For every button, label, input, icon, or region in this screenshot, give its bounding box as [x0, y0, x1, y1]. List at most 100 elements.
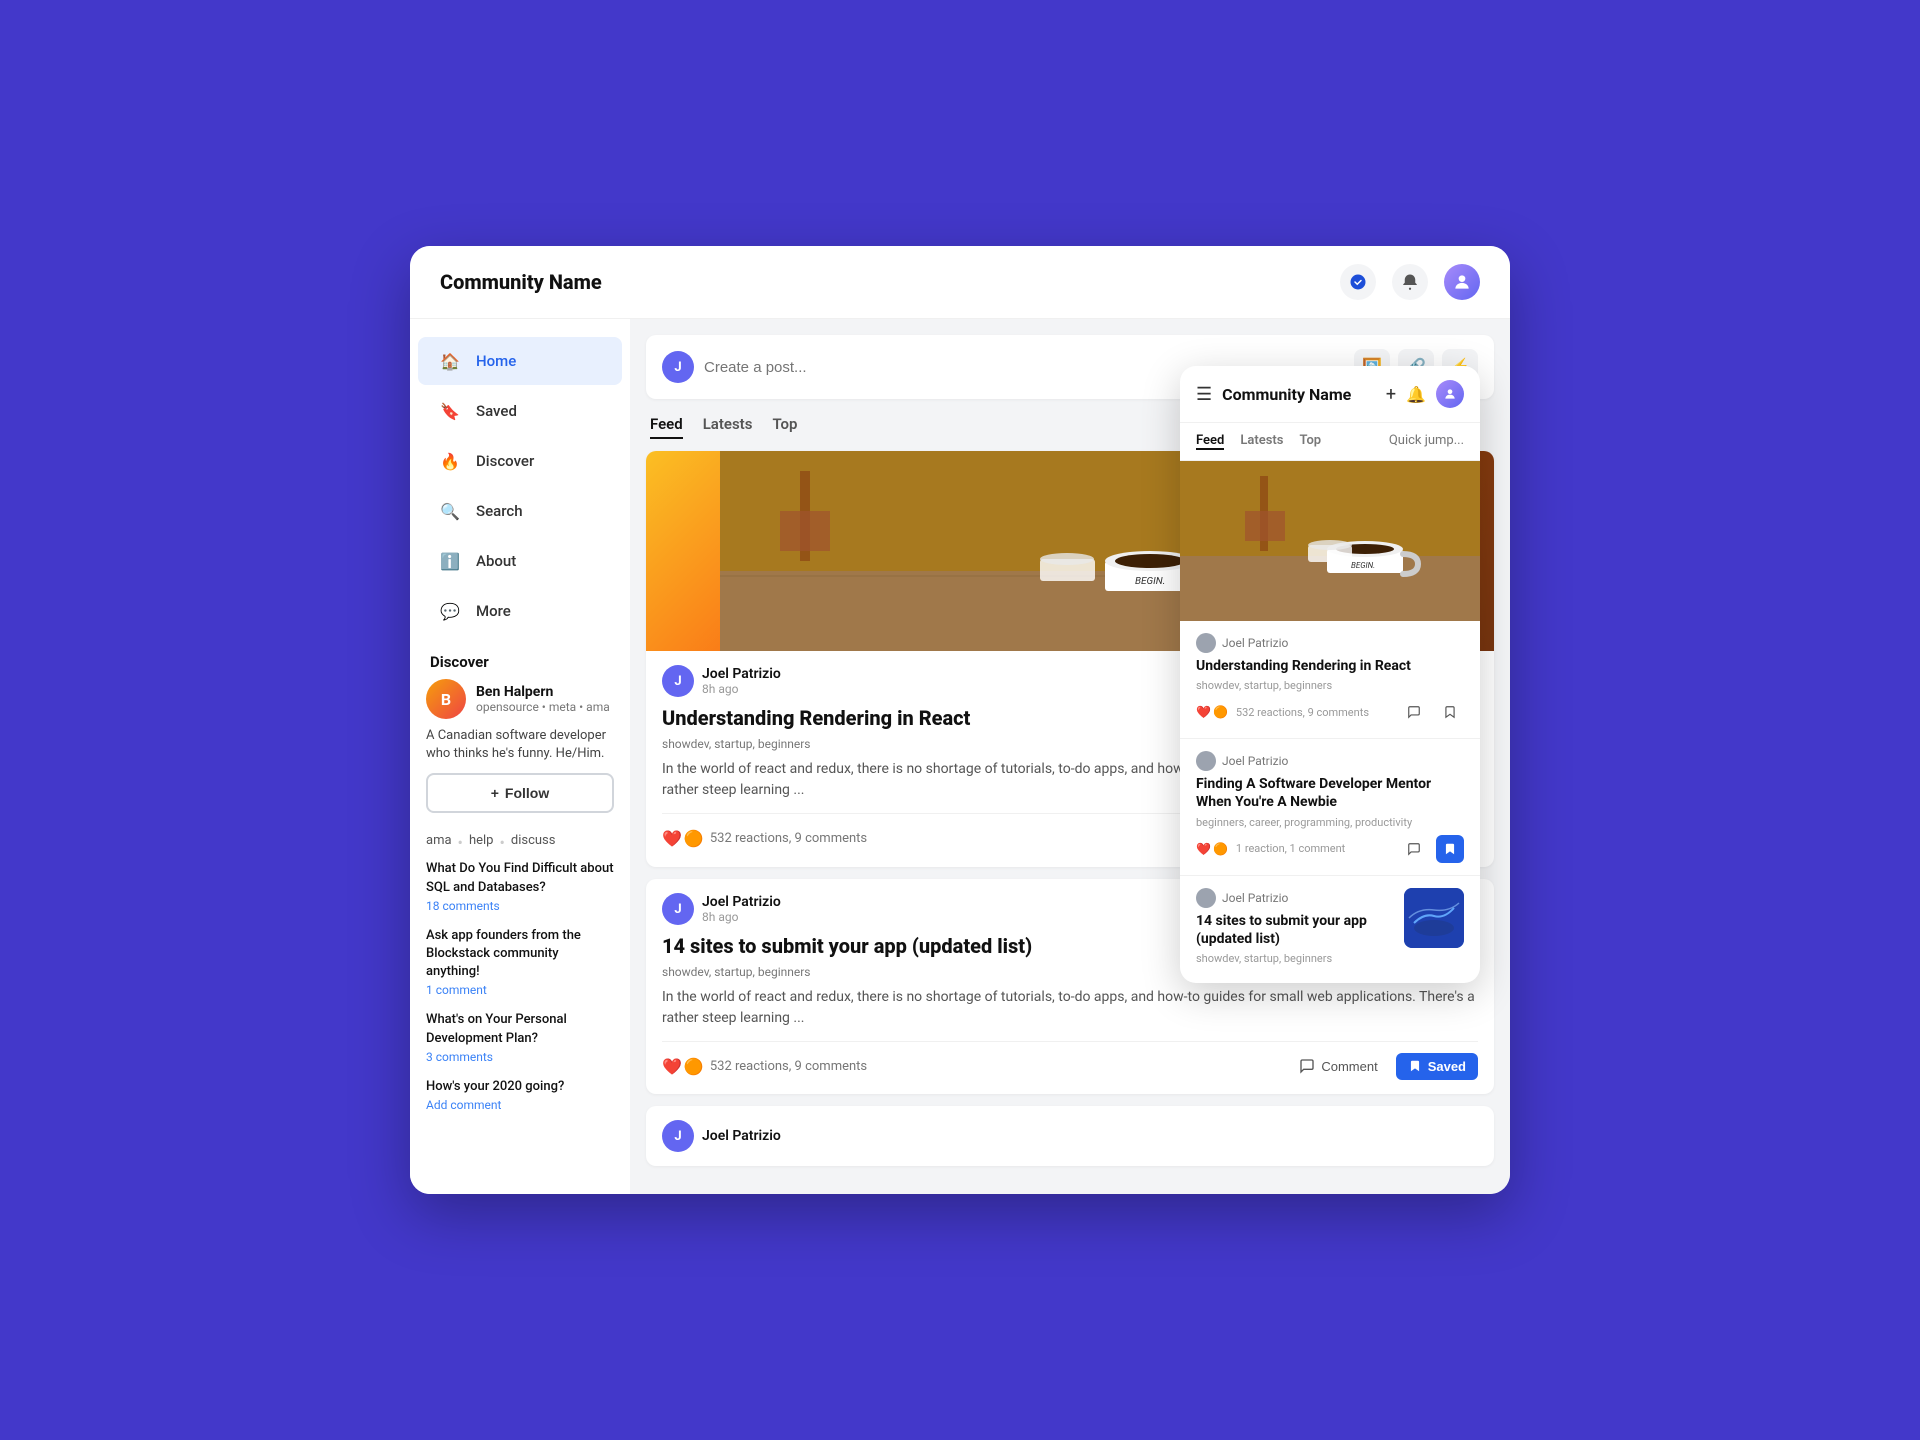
user-avatar[interactable] [1444, 264, 1480, 300]
more-icon: 💬 [438, 599, 462, 623]
author-name-2: Joel Patrizio [702, 894, 781, 910]
tag-ama[interactable]: ama [426, 833, 452, 852]
mobile-article-tags-2: beginners, career, programming, producti… [1196, 816, 1464, 829]
verified-icon[interactable] [1340, 264, 1376, 300]
person-bio: A Canadian software developer who thinks… [426, 727, 614, 763]
author-avatar-3: J [662, 1120, 694, 1152]
mobile-comment-btn-1[interactable] [1400, 698, 1428, 726]
mobile-tabs: Feed Latests Top Quick jump... [1180, 423, 1480, 461]
svg-text:BEGIN.: BEGIN. [1351, 561, 1375, 570]
mobile-comment-btn-2[interactable] [1400, 835, 1428, 863]
mobile-reactions-2: ❤️🟠 [1196, 842, 1228, 856]
mobile-article-title-3[interactable]: 14 sites to submit your app (updated lis… [1196, 912, 1394, 948]
discuss-meta: 1 comment [426, 983, 614, 997]
person-tags: opensource • meta • ama [476, 700, 610, 714]
mobile-article-title-1[interactable]: Understanding Rendering in React [1196, 657, 1464, 675]
mobile-article-content-2: Joel Patrizio Finding A Software Develop… [1196, 751, 1464, 862]
mobile-article-item-3: Joel Patrizio 14 sites to submit your ap… [1180, 876, 1480, 983]
mobile-footer-icons-1 [1400, 698, 1464, 726]
svg-text:BEGIN.: BEGIN. [1135, 576, 1165, 587]
sidebar-item-about[interactable]: ℹ️ About [418, 537, 622, 585]
mobile-tab-latests[interactable]: Latests [1240, 433, 1283, 450]
current-user-avatar: J [662, 351, 694, 383]
hamburger-icon[interactable]: ☰ [1196, 384, 1212, 405]
discover-card: B Ben Halpern opensource • meta • ama A … [410, 679, 630, 813]
sidebar-item-discover[interactable]: 🔥 Discover [418, 437, 622, 485]
mobile-header: ☰ Community Name + 🔔 [1180, 366, 1480, 423]
discuss-title[interactable]: How's your 2020 going? [426, 1078, 614, 1096]
tag-links: ama • help • discuss [410, 825, 630, 860]
home-icon: 🏠 [438, 349, 462, 373]
discuss-meta: Add comment [426, 1098, 614, 1112]
person-info: Ben Halpern opensource • meta • ama [476, 684, 610, 714]
footer-actions-2: Comment Saved [1289, 1052, 1478, 1080]
discuss-meta: 18 comments [426, 899, 614, 913]
mobile-article-thumb-3 [1404, 888, 1464, 948]
discuss-title[interactable]: Ask app founders from the Blockstack com… [426, 927, 614, 982]
tab-latests[interactable]: Latests [703, 411, 753, 439]
reaction-icons-1: ❤️ 🟠 [662, 829, 704, 848]
mobile-save-btn-2[interactable] [1436, 835, 1464, 863]
sidebar-item-search[interactable]: 🔍 Search [418, 487, 622, 535]
discuss-meta: 3 comments [426, 1050, 614, 1064]
reaction-count-2: 532 reactions, 9 comments [710, 1059, 867, 1074]
mobile-quick-jump[interactable]: Quick jump... [1389, 433, 1464, 450]
sidebar-item-more[interactable]: 💬 More [418, 587, 622, 635]
author-name-1: Joel Patrizio [702, 666, 781, 682]
search-icon: 🔍 [438, 499, 462, 523]
discuss-item: Ask app founders from the Blockstack com… [426, 927, 614, 998]
reaction-count-1: 532 reactions, 9 comments [710, 831, 867, 846]
mobile-article-author-1: Joel Patrizio [1196, 633, 1464, 653]
mobile-reaction-count-1: 532 reactions, 9 comments [1236, 706, 1392, 719]
article-card-3: J Joel Patrizio [646, 1106, 1494, 1166]
main-window: Community Name [410, 246, 1510, 1194]
mobile-header-icons: + 🔔 [1386, 380, 1464, 408]
person-avatar: B [426, 679, 466, 719]
article-author-label-3: Joel Patrizio [702, 1128, 781, 1144]
discover-person: B Ben Halpern opensource • meta • ama [426, 679, 614, 719]
mobile-reaction-count-2: 1 reaction, 1 comment [1236, 842, 1392, 855]
person-name: Ben Halpern [476, 684, 610, 700]
save-button-2[interactable]: Saved [1396, 1053, 1478, 1080]
discuss-item: What's on Your Personal Development Plan… [426, 1011, 614, 1063]
mobile-title: Community Name [1222, 385, 1376, 404]
plus-icon: + [491, 785, 499, 801]
tab-feed[interactable]: Feed [650, 411, 683, 439]
mobile-tab-top[interactable]: Top [1299, 433, 1321, 450]
tag-separator: • [458, 833, 463, 852]
reaction-icons-2: ❤️ 🟠 [662, 1057, 704, 1076]
follow-button[interactable]: + Follow [426, 773, 614, 813]
mobile-tab-feed[interactable]: Feed [1196, 433, 1224, 450]
tag-help[interactable]: help [469, 833, 494, 852]
mobile-plus-icon[interactable]: + [1386, 384, 1396, 405]
author-info-2: Joel Patrizio 8h ago [702, 894, 781, 924]
mobile-author-avatar-3 [1196, 888, 1216, 908]
sidebar-item-saved[interactable]: 🔖 Saved [418, 387, 622, 435]
mobile-article-title-2[interactable]: Finding A Software Developer Mentor When… [1196, 775, 1464, 811]
discuss-list: What Do You Find Difficult about SQL and… [410, 860, 630, 1112]
info-icon: ℹ️ [438, 549, 462, 573]
mobile-footer-icons-2 [1400, 835, 1464, 863]
discover-section-title: Discover [410, 637, 630, 679]
bell-icon[interactable] [1392, 264, 1428, 300]
tag-discuss[interactable]: discuss [511, 833, 556, 852]
sidebar-item-home[interactable]: 🏠 Home [418, 337, 622, 385]
mobile-article-tags-3: showdev, startup, beginners [1196, 952, 1394, 965]
discuss-title[interactable]: What's on Your Personal Development Plan… [426, 1011, 614, 1047]
mobile-article-image: BEGIN. [1180, 461, 1480, 621]
author-avatar-1: J [662, 665, 694, 697]
mobile-article-list: Joel Patrizio Understanding Rendering in… [1180, 621, 1480, 983]
mobile-bell-icon[interactable]: 🔔 [1406, 385, 1426, 404]
tag-separator-2: • [499, 833, 504, 852]
author-info-1: Joel Patrizio 8h ago [702, 666, 781, 696]
discuss-item: What Do You Find Difficult about SQL and… [426, 860, 614, 912]
mobile-reactions-1: ❤️🟠 [1196, 705, 1228, 719]
mobile-user-avatar[interactable] [1436, 380, 1464, 408]
top-header: Community Name [410, 246, 1510, 319]
discuss-title[interactable]: What Do You Find Difficult about SQL and… [426, 860, 614, 896]
comment-button-2[interactable]: Comment [1289, 1052, 1387, 1080]
tab-top[interactable]: Top [772, 411, 797, 439]
sidebar: 🏠 Home 🔖 Saved 🔥 Discover 🔍 Search ℹ️ Ab… [410, 319, 630, 1194]
mobile-save-btn-1[interactable] [1436, 698, 1464, 726]
article-excerpt-2: In the world of react and redux, there i… [662, 987, 1478, 1029]
